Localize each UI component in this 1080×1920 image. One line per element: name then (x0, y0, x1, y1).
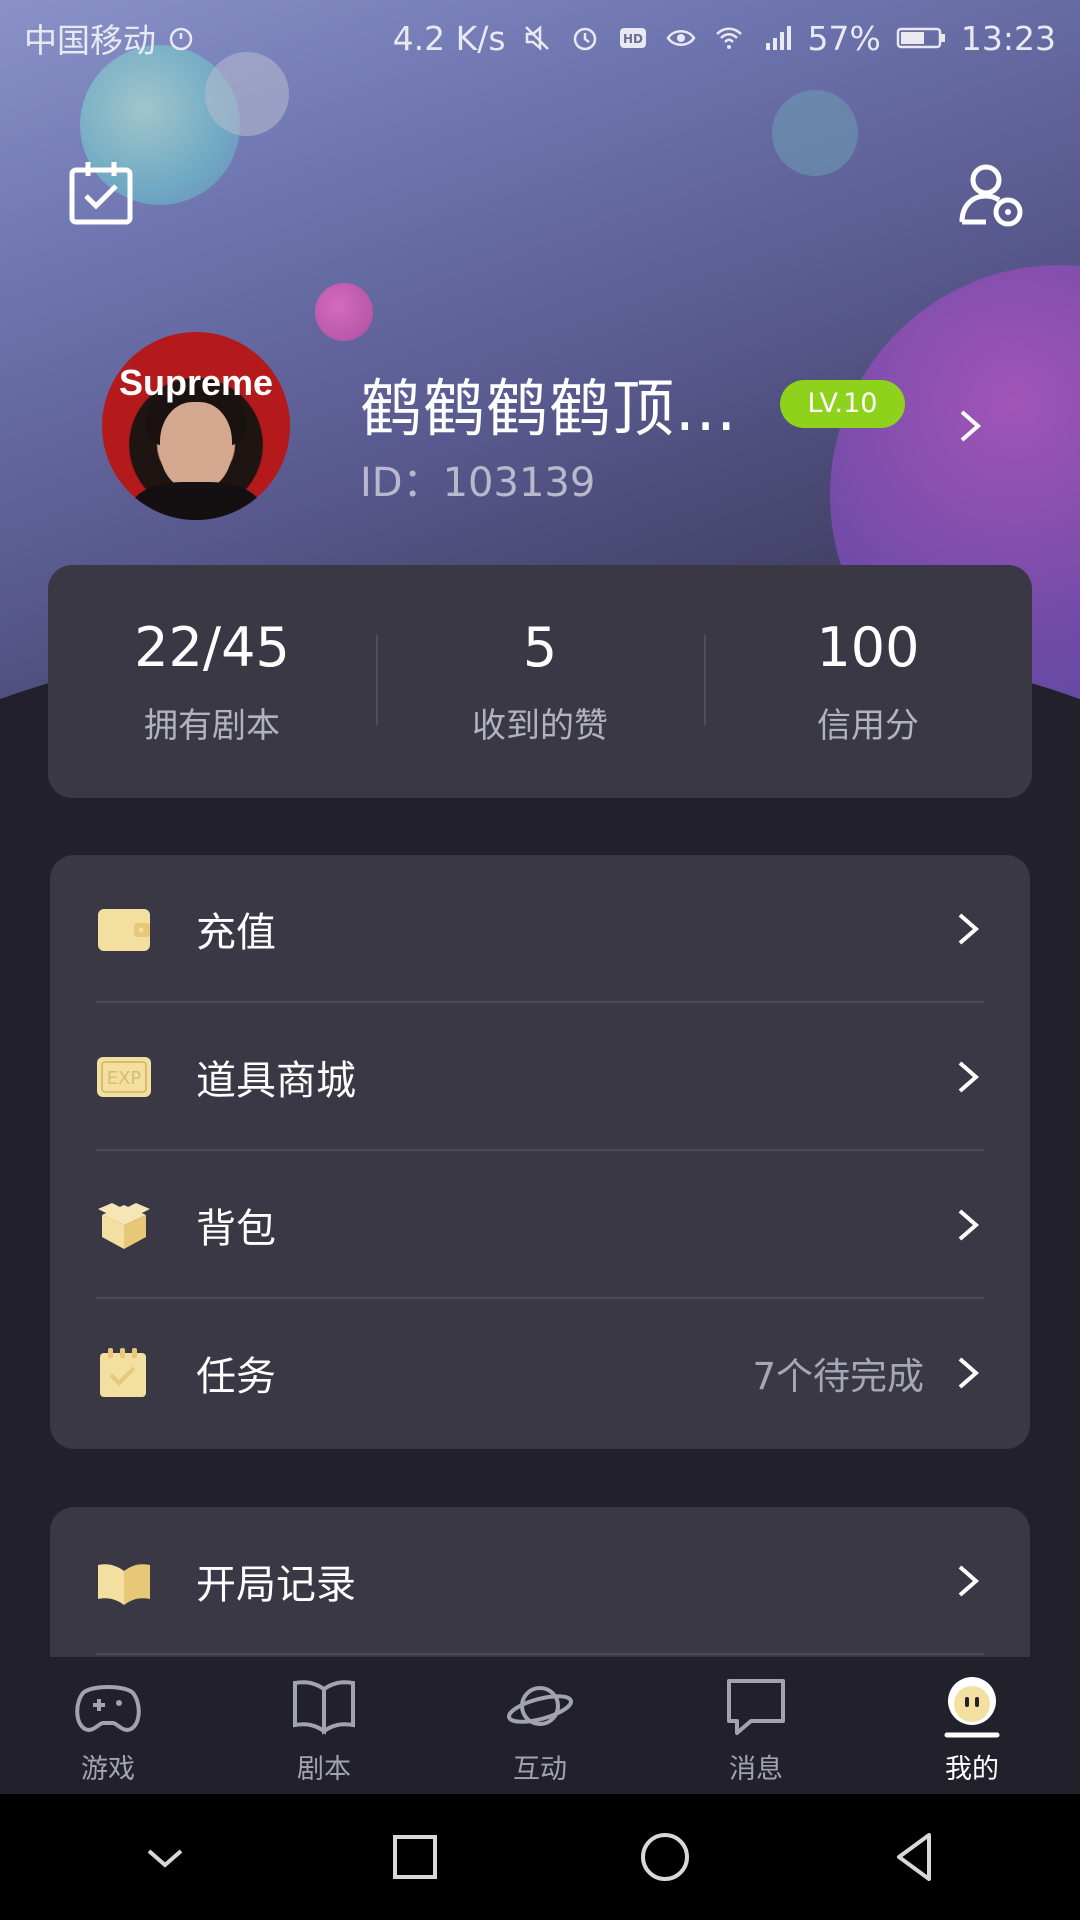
eye-icon (666, 30, 696, 46)
wallet-icon (98, 909, 150, 951)
wifi-icon (715, 27, 742, 49)
menu-item-recharge[interactable]: 充值 (50, 855, 1030, 1003)
tab-messages[interactable]: 消息 (648, 1657, 864, 1794)
script-book-icon (293, 1680, 355, 1735)
chevron-right-icon (958, 1209, 980, 1241)
menu-item-label: 道具商城 (196, 1058, 356, 1104)
account-settings-icon[interactable] (956, 160, 1026, 230)
menu-item-backpack[interactable]: 背包 (50, 1151, 1030, 1299)
tab-label: 互动 (513, 1754, 567, 1785)
menu-item-label: 任务 (196, 1354, 276, 1400)
stat-credit[interactable]: 100 信用分 (704, 565, 1032, 798)
game-icon (75, 1685, 141, 1732)
chevron-right-icon (958, 1565, 980, 1597)
menu-card: 充值 EXP 道具商城 背包 任务 7个待完成 (50, 855, 1030, 1449)
message-icon (727, 1679, 785, 1735)
chevron-right-icon (958, 1357, 980, 1389)
hd-icon: HD (619, 28, 646, 48)
decorative-bubble (315, 283, 373, 341)
svg-text:EXP: EXP (107, 1068, 142, 1089)
tab-label: 游戏 (81, 1754, 135, 1785)
timer-icon (169, 27, 193, 51)
app-root: 中国移动 4.2 K/s HD 57% 13:23 Supreme 鹤鹤鹤鹤顶.… (0, 0, 1080, 1920)
status-bar: 中国移动 4.2 K/s HD 57% 13:23 (0, 0, 1080, 76)
pending-task-count: 7个待完成 (752, 1355, 924, 1398)
network-speed: 4.2 K/s (392, 18, 506, 58)
stat-value: 100 (816, 615, 920, 679)
planet-icon (506, 1686, 574, 1726)
menu-card-secondary: 开局记录 (50, 1507, 1030, 1657)
bottom-tab-bar: 游戏 剧本 互动 消息 我的 (0, 1657, 1080, 1794)
chevron-right-icon[interactable] (956, 408, 986, 444)
mute-icon (524, 25, 549, 51)
stat-value: 5 (522, 615, 558, 679)
battery-icon (896, 27, 945, 49)
menu-item-label: 充值 (196, 910, 276, 956)
carrier-label: 中国移动 (24, 21, 156, 60)
username[interactable]: 鹤鹤鹤鹤顶... (360, 358, 737, 448)
battery-percent: 57% (807, 18, 881, 58)
chevron-right-icon (958, 1061, 980, 1093)
box-icon (98, 1203, 150, 1249)
profile-face-icon (944, 1677, 1000, 1738)
home-circle-icon[interactable] (635, 1827, 695, 1887)
task-icon (100, 1348, 146, 1397)
system-navigation-bar (0, 1794, 1080, 1920)
book-icon (98, 1564, 150, 1605)
collapse-icon[interactable] (135, 1827, 195, 1887)
menu-item-label: 开局记录 (196, 1562, 356, 1608)
avatar[interactable]: Supreme (102, 332, 290, 520)
svg-text:HD: HD (623, 32, 643, 46)
tab-scripts[interactable]: 剧本 (216, 1657, 432, 1794)
stat-value: 22/45 (134, 615, 290, 679)
user-id: ID：103139 (360, 460, 596, 506)
stat-label: 拥有剧本 (144, 706, 280, 747)
tab-label: 我的 (945, 1754, 999, 1785)
tab-label: 剧本 (297, 1754, 351, 1785)
tab-games[interactable]: 游戏 (0, 1657, 216, 1794)
recents-square-icon[interactable] (385, 1827, 445, 1887)
avatar-body (132, 482, 260, 520)
alarm-icon (573, 27, 596, 51)
stats-card: 22/45 拥有剧本 5 收到的赞 100 信用分 (48, 565, 1032, 798)
menu-item-item-shop[interactable]: EXP 道具商城 (50, 1003, 1030, 1151)
menu-item-tasks[interactable]: 任务 7个待完成 (50, 1299, 1030, 1447)
tab-interact[interactable]: 互动 (432, 1657, 648, 1794)
level-badge: LV.10 (780, 380, 905, 428)
menu-item-game-records[interactable]: 开局记录 (50, 1507, 1030, 1655)
chevron-right-icon (958, 913, 980, 945)
stat-owned-scripts[interactable]: 22/45 拥有剧本 (48, 565, 376, 798)
tab-mine[interactable]: 我的 (864, 1657, 1080, 1794)
divider (96, 1653, 984, 1655)
tab-label: 消息 (729, 1754, 783, 1785)
stat-label: 信用分 (817, 706, 919, 747)
back-triangle-icon[interactable] (885, 1827, 945, 1887)
stat-likes[interactable]: 5 收到的赞 (376, 565, 704, 798)
avatar-logo-text: Supreme (118, 362, 274, 403)
signal-icon (765, 26, 791, 50)
clock: 13:23 (960, 18, 1056, 58)
checkin-calendar-icon[interactable] (66, 158, 136, 228)
avatar-face (160, 402, 232, 490)
stat-label: 收到的赞 (472, 706, 608, 747)
exp-card-icon: EXP (97, 1057, 151, 1097)
decorative-bubble (772, 90, 858, 176)
menu-item-label: 背包 (196, 1206, 276, 1252)
